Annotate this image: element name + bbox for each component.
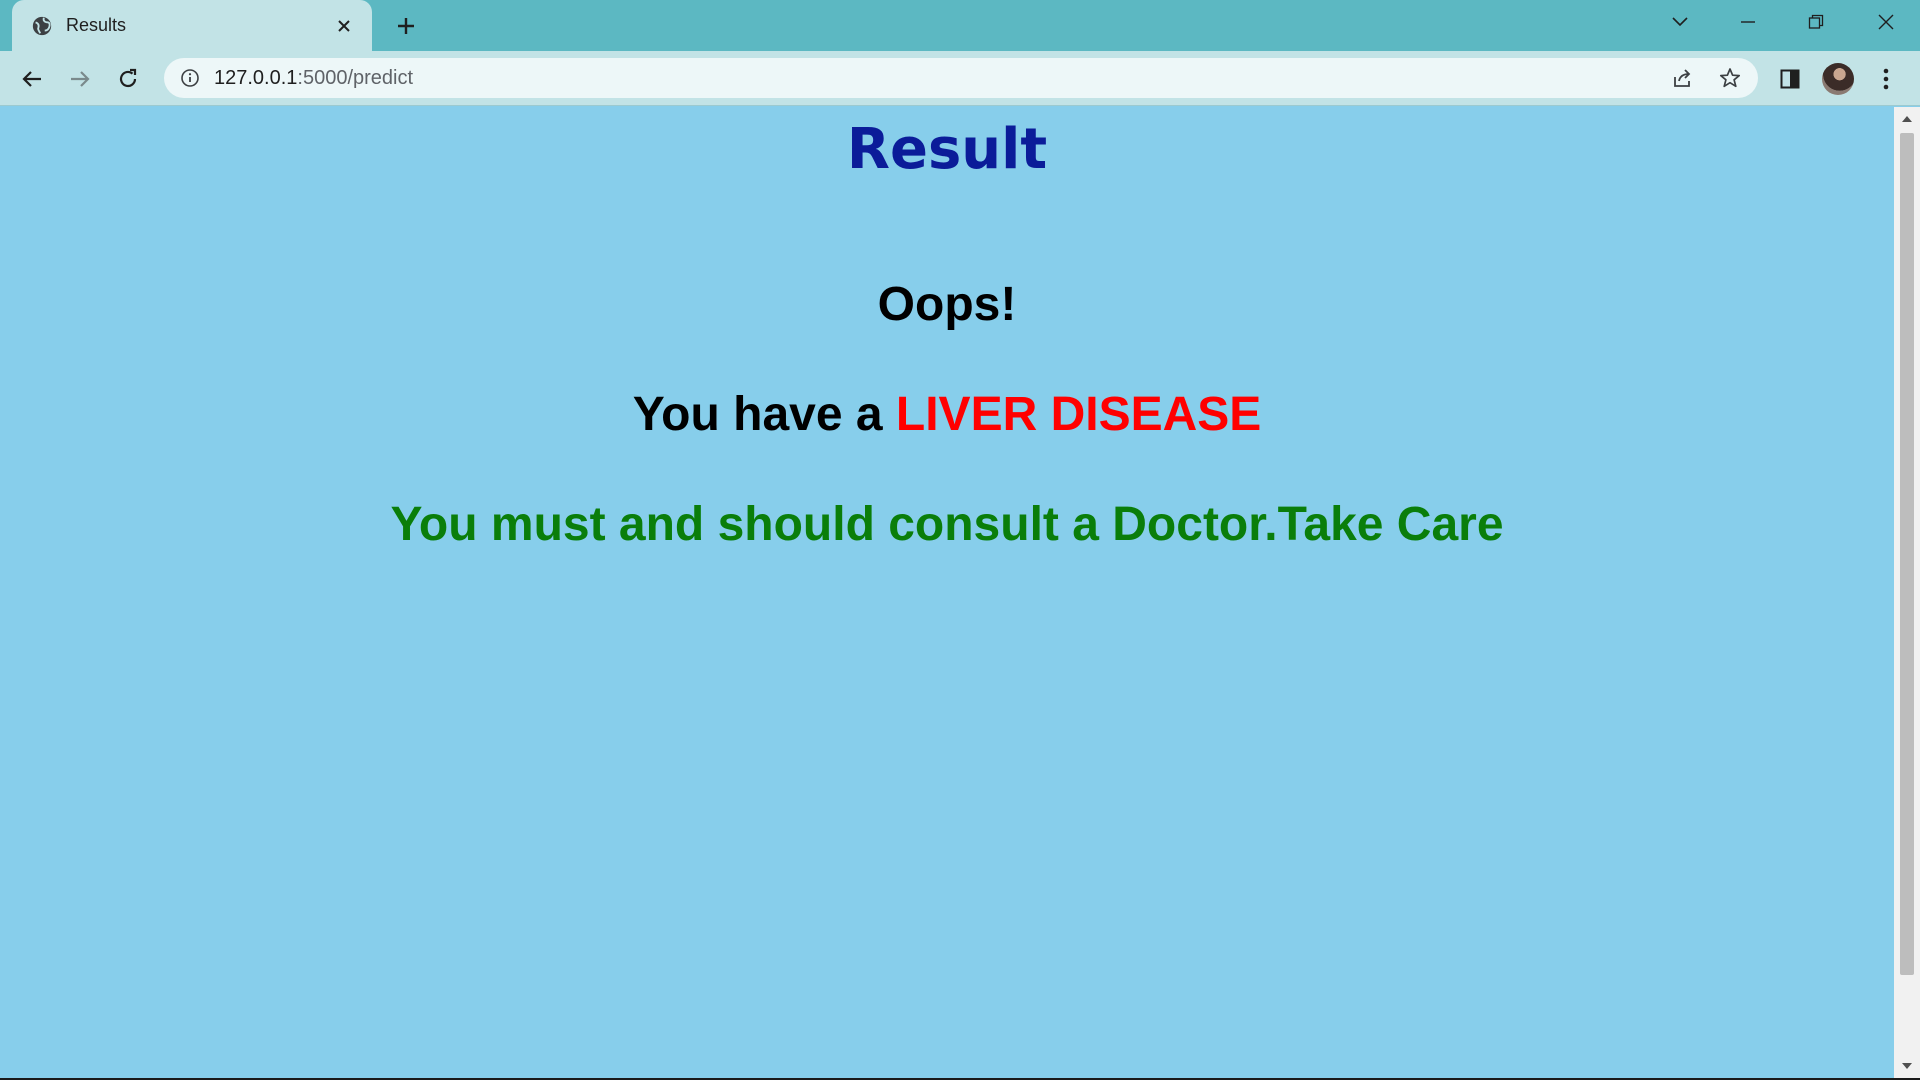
scroll-down-arrow-icon[interactable] (1894, 1054, 1920, 1078)
back-icon[interactable] (14, 61, 50, 97)
forward-icon[interactable] (62, 61, 98, 97)
diagnosis-highlight: LIVER DISEASE (895, 388, 1262, 441)
new-tab-icon[interactable] (390, 10, 422, 42)
profile-avatar[interactable] (1822, 63, 1854, 95)
site-info-icon[interactable] (178, 66, 202, 90)
reload-icon[interactable] (110, 61, 146, 97)
address-bar[interactable]: 127.0.0.1:5000/predict (164, 58, 1758, 98)
diagnosis-heading: You have a LIVER DISEASE (0, 387, 1894, 443)
restore-icon[interactable] (1786, 0, 1846, 44)
scrollbar-thumb[interactable] (1900, 133, 1914, 975)
tab-close-icon[interactable] (330, 12, 358, 40)
share-icon[interactable] (1668, 64, 1696, 92)
page-title: Result (846, 117, 1048, 182)
tab-results[interactable]: Results (12, 0, 372, 51)
vertical-scrollbar[interactable] (1894, 107, 1920, 1078)
bookmark-star-icon[interactable] (1716, 64, 1744, 92)
tab-search-chevron-icon[interactable] (1650, 0, 1710, 44)
browser-toolbar: 127.0.0.1:5000/predict (0, 51, 1920, 106)
more-menu-icon[interactable] (1868, 61, 1904, 97)
diagnosis-prefix: You have a (632, 388, 896, 441)
scroll-up-arrow-icon[interactable] (1894, 107, 1920, 131)
side-panel-icon[interactable] (1772, 61, 1808, 97)
globe-icon (30, 14, 54, 38)
tab-title: Results (66, 15, 127, 35)
address-url: 127.0.0.1:5000/predict (214, 67, 414, 89)
advice-message: You must and should consult a Doctor.Tak… (390, 498, 1504, 551)
close-window-icon[interactable] (1856, 0, 1916, 44)
tab-strip: Results (0, 0, 1920, 51)
minimize-icon[interactable] (1718, 0, 1778, 44)
result-page: Result Oops! You have a LIVER DISEASE Yo… (0, 107, 1894, 1080)
oops-heading: Oops! (877, 278, 1017, 331)
